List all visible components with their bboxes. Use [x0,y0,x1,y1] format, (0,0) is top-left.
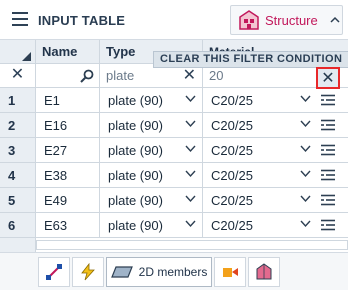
cell-name[interactable]: E49 [36,188,100,212]
column-header-name[interactable]: Name [36,40,100,64]
table-row[interactable]: 6 E63 plate (90) C20/25 [0,213,348,238]
chevron-down-icon[interactable] [185,120,196,128]
chevron-down-icon[interactable] [185,220,196,228]
chevron-down-icon[interactable] [300,170,311,178]
filter-type-input[interactable]: plate [106,68,134,83]
cell-type[interactable]: plate (90) [100,163,203,187]
cell-name[interactable]: E1 [36,88,100,112]
cell-name[interactable]: E27 [36,138,100,162]
node-icon [46,264,62,280]
tooltip-clear-filter: CLEAR THIS FILTER CONDITION [153,51,348,68]
chevron-down-icon[interactable] [185,145,196,153]
select-all-icon [22,52,31,61]
table-row[interactable]: 3 E27 plate (90) C20/25 [0,138,348,163]
list-settings-icon[interactable] [321,94,335,106]
chevron-down-icon[interactable] [300,145,311,153]
cell-type-value: plate (90) [108,118,163,133]
row-header-spacer [0,238,36,252]
list-settings-icon[interactable] [321,194,335,206]
close-icon: ✕ [321,70,335,87]
clear-all-filters-icon[interactable]: ✕ [0,64,36,88]
cell-name[interactable]: E38 [36,163,100,187]
list-settings-icon[interactable] [321,219,335,231]
chevron-down-icon[interactable] [300,220,311,228]
cell-name[interactable]: E63 [36,213,100,237]
corner-cell[interactable] [0,40,36,64]
horizontal-scrollbar[interactable] [36,240,348,250]
members-2d-tab[interactable]: 2D members [106,257,212,287]
header-bar: INPUT TABLE Structure [0,0,348,40]
filter-name-cell[interactable] [36,64,100,88]
chevron-down-icon[interactable] [300,195,311,203]
cell-type-value: plate (90) [108,193,163,208]
solids-tab[interactable] [248,257,280,287]
table-row[interactable]: 4 E38 plate (90) C20/25 [0,163,348,188]
row-number[interactable]: 1 [0,88,36,112]
cell-type[interactable]: plate (90) [100,213,203,237]
chevron-down-icon[interactable] [300,95,311,103]
table-row[interactable]: 2 E16 plate (90) C20/25 [0,113,348,138]
row-number[interactable]: 6 [0,213,36,237]
lightning-icon [81,263,95,281]
cell-type-value: plate (90) [108,168,163,183]
chevron-down-icon[interactable] [185,170,196,178]
structure-icon [239,10,259,30]
table-row[interactable]: 1 E1 plate (90) C20/25 [0,88,348,113]
cell-material-value: C20/25 [211,193,253,208]
row-number[interactable]: 4 [0,163,36,187]
list-settings-icon[interactable] [321,169,335,181]
filter-material-input[interactable]: 20 [209,68,223,83]
solid-icon [256,263,272,280]
plate-icon [110,266,133,278]
row-number[interactable]: 3 [0,138,36,162]
supports-tab[interactable] [214,257,246,287]
cell-material-value: C20/25 [211,118,253,133]
chevron-down-icon[interactable] [300,120,311,128]
row-number[interactable]: 2 [0,113,36,137]
support-icon [223,268,238,277]
list-settings-icon[interactable] [321,119,335,131]
cell-material-value: C20/25 [211,218,253,233]
chevron-up-icon [330,16,340,23]
cell-material-value: C20/25 [211,168,253,183]
clear-material-filter-button[interactable]: ✕ [316,67,340,89]
bottom-toolbar: 2D members [0,252,348,290]
cell-type-value: plate (90) [108,218,163,233]
row-number[interactable]: 5 [0,188,36,212]
page-title: INPUT TABLE [38,13,126,28]
cell-material-value: C20/25 [211,93,253,108]
cell-type-value: plate (90) [108,93,163,108]
cell-material-value: C20/25 [211,143,253,158]
cell-type-value: plate (90) [108,143,163,158]
cell-type[interactable]: plate (90) [100,188,203,212]
chevron-down-icon[interactable] [185,195,196,203]
search-icon[interactable] [80,69,94,83]
cell-type[interactable]: plate (90) [100,138,203,162]
cell-name[interactable]: E16 [36,113,100,137]
nodes-tab[interactable] [38,257,70,287]
structure-label: Structure [265,12,318,28]
chevron-down-icon[interactable] [185,95,196,103]
table-row[interactable]: 5 E49 plate (90) C20/25 [0,188,348,213]
cell-type[interactable]: plate (90) [100,113,203,137]
list-settings-icon[interactable] [321,144,335,156]
loads-tab[interactable] [72,257,104,287]
input-table: Name Type Material ✕ plate ✕ 20 1 E1 pla… [0,40,348,252]
structure-dropdown[interactable]: Structure [230,5,343,35]
members-2d-label: 2D members [138,265,208,279]
cell-type[interactable]: plate (90) [100,88,203,112]
hamburger-icon[interactable] [12,12,28,27]
